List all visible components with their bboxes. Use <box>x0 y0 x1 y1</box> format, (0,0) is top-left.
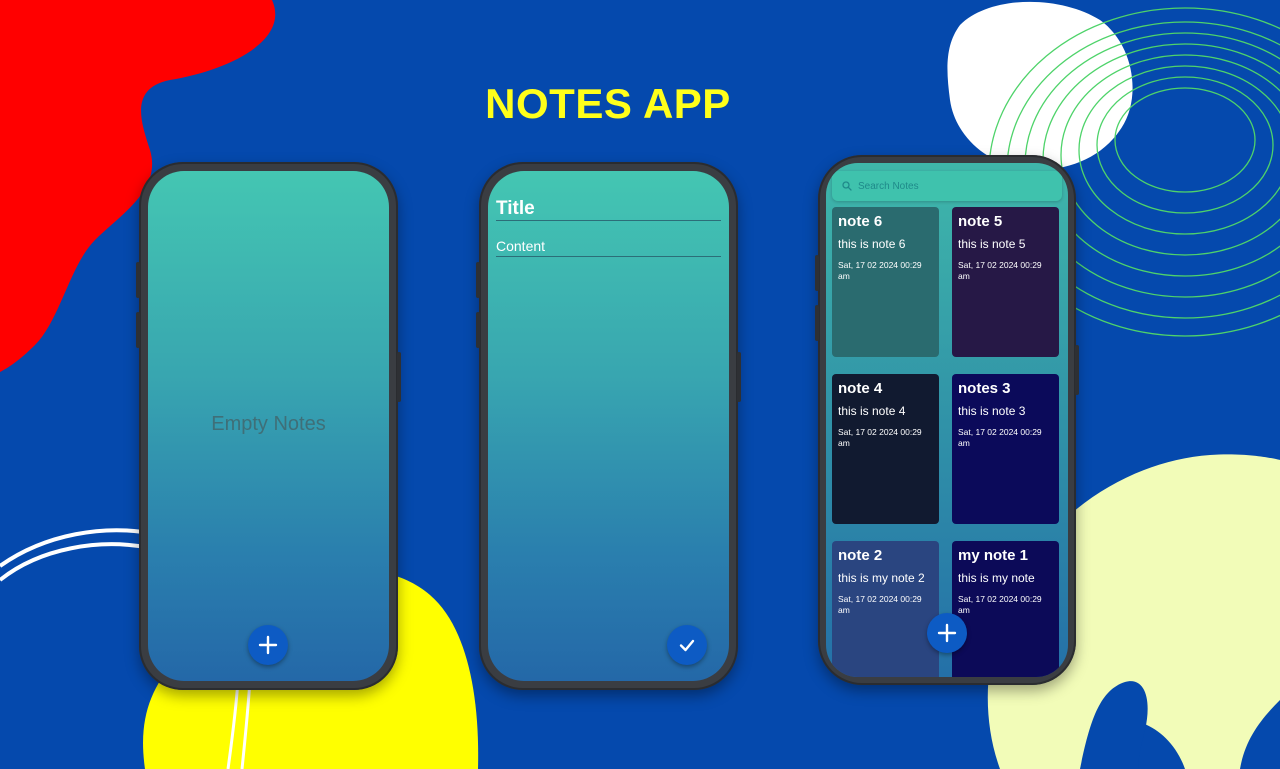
note-date: Sat, 17 02 2024 00:29 am <box>958 427 1042 449</box>
plus-icon <box>937 623 957 643</box>
note-body: this is note 5 <box>958 237 1026 251</box>
title-field[interactable]: Title <box>496 189 721 221</box>
volume-button <box>476 312 480 348</box>
note-date: Sat, 17 02 2024 00:29 am <box>838 594 922 616</box>
add-note-button[interactable] <box>927 613 967 653</box>
phone-note-editor: Title Content <box>476 162 741 690</box>
note-body: this is note 4 <box>838 404 906 418</box>
note-card[interactable]: my note 1 this is my note Sat, 17 02 202… <box>952 541 1059 677</box>
note-title: note 2 <box>838 547 883 564</box>
note-card[interactable]: note 4 this is note 4 Sat, 17 02 2024 00… <box>832 374 939 524</box>
plus-icon <box>258 635 278 655</box>
power-button <box>1075 345 1079 395</box>
search-bar[interactable] <box>832 171 1062 201</box>
note-date: Sat, 17 02 2024 00:29 am <box>958 594 1042 616</box>
phone-notes-list: note 6 this is note 6 Sat, 17 02 2024 00… <box>815 155 1079 685</box>
note-body: this is my note 2 <box>838 571 925 585</box>
volume-button <box>476 262 480 298</box>
note-body: this is note 6 <box>838 237 906 251</box>
note-card[interactable]: note 5 this is note 5 Sat, 17 02 2024 00… <box>952 207 1059 357</box>
note-body: this is note 3 <box>958 404 1026 418</box>
note-title: notes 3 <box>958 380 1011 397</box>
white-curve-lines <box>0 542 151 582</box>
search-icon <box>842 181 852 191</box>
volume-button <box>815 255 819 291</box>
phone-empty-notes: Empty Notes <box>136 162 401 690</box>
note-card[interactable]: notes 3 this is note 3 Sat, 17 02 2024 0… <box>952 374 1059 524</box>
note-editor-screen: Title Content <box>488 171 729 681</box>
power-button <box>397 352 401 402</box>
search-input[interactable] <box>858 180 1038 192</box>
note-card[interactable]: note 2 this is my note 2 Sat, 17 02 2024… <box>832 541 939 677</box>
save-note-button[interactable] <box>667 625 707 665</box>
note-title: note 5 <box>958 213 1003 230</box>
add-note-button[interactable] <box>248 625 288 665</box>
note-date: Sat, 17 02 2024 00:29 am <box>838 260 922 282</box>
empty-notes-label: Empty Notes <box>211 413 326 435</box>
volume-button <box>136 312 140 348</box>
note-date: Sat, 17 02 2024 00:29 am <box>958 260 1042 282</box>
empty-notes-screen: Empty Notes <box>148 171 389 681</box>
check-icon <box>679 639 695 652</box>
note-title: note 6 <box>838 213 883 230</box>
note-body: this is my note <box>958 571 1035 585</box>
content-field[interactable]: Content <box>496 231 721 257</box>
volume-button <box>136 262 140 298</box>
app-headline: NOTES APP <box>485 80 731 127</box>
volume-button <box>815 305 819 341</box>
power-button <box>737 352 741 402</box>
notes-list-screen: note 6 this is note 6 Sat, 17 02 2024 00… <box>826 163 1068 677</box>
note-card[interactable]: note 6 this is note 6 Sat, 17 02 2024 00… <box>832 207 939 357</box>
note-date: Sat, 17 02 2024 00:29 am <box>838 427 922 449</box>
note-title: note 4 <box>838 380 883 397</box>
note-title: my note 1 <box>958 547 1029 564</box>
